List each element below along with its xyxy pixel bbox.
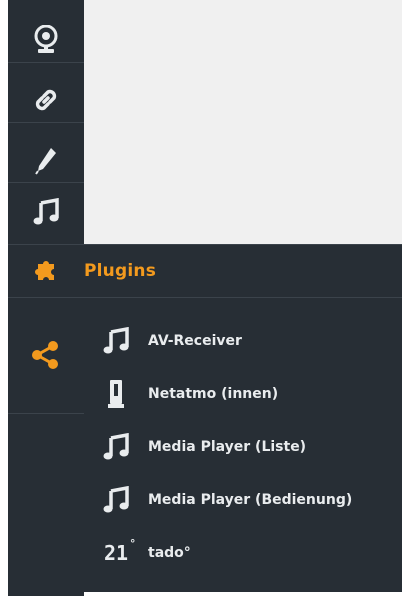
menu-item-label: tado°: [148, 544, 191, 561]
sensor-icon: [96, 379, 136, 409]
menu-item-media-player-liste[interactable]: Media Player (Liste): [84, 420, 402, 473]
main-content: [84, 0, 402, 244]
sidebar-item-pen[interactable]: [8, 138, 84, 183]
music-note-icon: [96, 432, 136, 461]
menu-item-label: Media Player (Liste): [148, 438, 307, 455]
pen-icon: [35, 148, 56, 175]
webcam-icon: [34, 25, 58, 53]
menu-item-tado[interactable]: 21 ° tado°: [84, 526, 402, 579]
plugins-menu: AV-Receiver Netatmo (innen) Media Player…: [84, 314, 402, 579]
puzzle-icon: [35, 261, 54, 280]
menu-item-label: AV-Receiver: [148, 332, 242, 349]
thermostat-icon-degree: °: [129, 536, 137, 550]
music-note-icon: [96, 485, 136, 514]
share-icon: [32, 341, 58, 369]
menu-item-av-receiver[interactable]: AV-Receiver: [84, 314, 402, 367]
thermostat-icon-value: 21: [103, 540, 129, 565]
sidebar-item-link[interactable]: [8, 78, 84, 123]
menu-item-label: Media Player (Bedienung): [148, 491, 353, 508]
sidebar-item-webcam[interactable]: [8, 18, 84, 63]
thermostat-icon: 21 °: [96, 537, 136, 565]
bottom-edge: [84, 592, 402, 596]
music-note-icon: [96, 326, 136, 355]
link-icon: [35, 89, 57, 111]
app-frame: Plugins AV-Receiver Netatmo (innen) Medi…: [0, 0, 402, 596]
menu-item-label: Netatmo (innen): [148, 385, 279, 402]
plugins-title: Plugins: [84, 261, 157, 281]
left-edge: [0, 0, 8, 596]
menu-item-media-player-bedienung[interactable]: Media Player (Bedienung): [84, 473, 402, 526]
sidebar-item-share[interactable]: [8, 297, 84, 414]
plugins-header[interactable]: Plugins: [8, 244, 402, 298]
music-note-icon: [33, 198, 59, 225]
sidebar-item-music[interactable]: [8, 190, 84, 234]
puzzle-icon-wrap: [8, 256, 84, 286]
plugins-flyout: Plugins AV-Receiver Netatmo (innen) Medi…: [8, 244, 402, 596]
menu-item-netatmo[interactable]: Netatmo (innen): [84, 367, 402, 420]
